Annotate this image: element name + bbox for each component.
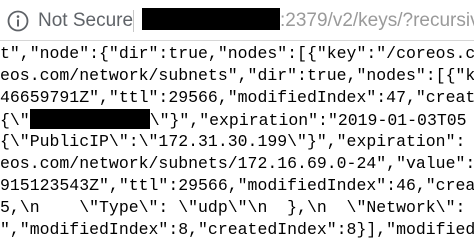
redacted-value <box>29 109 150 129</box>
url-path-text: :2379/v2/keys/?recursiv <box>280 10 474 31</box>
json-line-9: ","modifiedIndex":8,"createdIndex":8}],"… <box>0 220 474 239</box>
address-bar-divider <box>133 10 134 32</box>
security-status-label[interactable]: Not Secure <box>38 8 133 34</box>
browser-page: Not Secure :2379/v2/keys/?recursiv t","n… <box>0 0 474 248</box>
json-line-4-suffix: \"}","expiration":"2019-01-03T05 <box>149 111 467 130</box>
json-line-6: eos.com/network/subnets/172.16.69.0-24",… <box>0 154 474 173</box>
json-line-7: 915123543Z","ttl":29566,"modifiedIndex":… <box>0 176 474 195</box>
url-field[interactable]: :2379/v2/keys/?recursiv <box>142 8 474 34</box>
json-line-2: eos.com/network/subnets","dir":true,"nod… <box>0 66 474 85</box>
json-line-5: {\"PublicIP\":\"172.31.30.199\"}","expir… <box>0 132 466 151</box>
json-line-4-prefix: {\" <box>0 111 30 130</box>
json-line-3: 46659791Z","ttl":29566,"modifiedIndex":4… <box>0 88 474 107</box>
json-line-8: 5,\n \"Type\": \"udp\"\n },\n \"Network\… <box>0 198 466 217</box>
redacted-host <box>142 8 280 30</box>
json-line-4: {\" \"}","expiration":"2019-01-03T05 <box>0 109 467 131</box>
json-line-1: t","node":{"dir":true,"nodes":[{"key":"/… <box>0 44 474 63</box>
json-response-body: t","node":{"dir":true,"nodes":[{"key":"/… <box>0 43 474 248</box>
address-bar[interactable]: Not Secure :2379/v2/keys/?recursiv <box>0 0 474 41</box>
info-icon[interactable] <box>7 10 29 32</box>
